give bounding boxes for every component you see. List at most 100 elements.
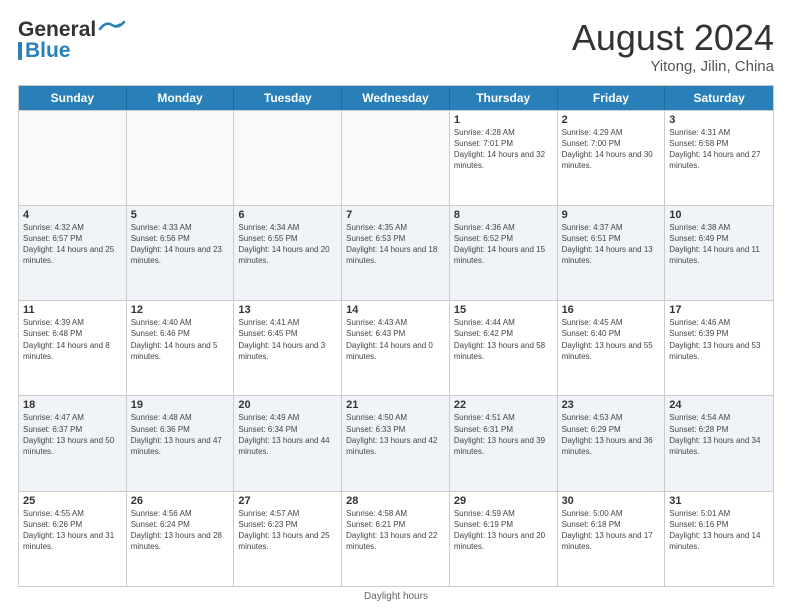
- location: Yitong, Jilin, China: [572, 58, 774, 75]
- logo-blue: Blue: [25, 39, 71, 63]
- day-info: Sunrise: 5:01 AM Sunset: 6:16 PM Dayligh…: [669, 508, 769, 553]
- cal-cell-2-3: 14Sunrise: 4:43 AM Sunset: 6:43 PM Dayli…: [342, 301, 450, 395]
- cal-row-3: 18Sunrise: 4:47 AM Sunset: 6:37 PM Dayli…: [19, 395, 773, 490]
- day-info: Sunrise: 4:43 AM Sunset: 6:43 PM Dayligh…: [346, 317, 445, 362]
- cal-cell-2-4: 15Sunrise: 4:44 AM Sunset: 6:42 PM Dayli…: [450, 301, 558, 395]
- day-number: 29: [454, 495, 553, 507]
- day-info: Sunrise: 4:34 AM Sunset: 6:55 PM Dayligh…: [238, 222, 337, 267]
- cal-cell-4-3: 28Sunrise: 4:58 AM Sunset: 6:21 PM Dayli…: [342, 492, 450, 586]
- cal-cell-0-2: [234, 111, 342, 205]
- cal-cell-3-6: 24Sunrise: 4:54 AM Sunset: 6:28 PM Dayli…: [665, 396, 773, 490]
- cal-cell-3-3: 21Sunrise: 4:50 AM Sunset: 6:33 PM Dayli…: [342, 396, 450, 490]
- cal-cell-0-5: 2Sunrise: 4:29 AM Sunset: 7:00 PM Daylig…: [558, 111, 666, 205]
- logo-bird-icon: [98, 19, 126, 37]
- day-info: Sunrise: 4:48 AM Sunset: 6:36 PM Dayligh…: [131, 412, 230, 457]
- day-info: Sunrise: 4:49 AM Sunset: 6:34 PM Dayligh…: [238, 412, 337, 457]
- day-number: 12: [131, 304, 230, 316]
- cal-cell-3-1: 19Sunrise: 4:48 AM Sunset: 6:36 PM Dayli…: [127, 396, 235, 490]
- day-info: Sunrise: 4:29 AM Sunset: 7:00 PM Dayligh…: [562, 127, 661, 172]
- day-number: 18: [23, 399, 122, 411]
- day-info: Sunrise: 4:38 AM Sunset: 6:49 PM Dayligh…: [669, 222, 769, 267]
- cal-cell-1-4: 8Sunrise: 4:36 AM Sunset: 6:52 PM Daylig…: [450, 206, 558, 300]
- cal-row-1: 4Sunrise: 4:32 AM Sunset: 6:57 PM Daylig…: [19, 205, 773, 300]
- cal-cell-1-2: 6Sunrise: 4:34 AM Sunset: 6:55 PM Daylig…: [234, 206, 342, 300]
- day-number: 14: [346, 304, 445, 316]
- cal-cell-1-5: 9Sunrise: 4:37 AM Sunset: 6:51 PM Daylig…: [558, 206, 666, 300]
- cal-row-0: 1Sunrise: 4:28 AM Sunset: 7:01 PM Daylig…: [19, 110, 773, 205]
- day-number: 15: [454, 304, 553, 316]
- cal-cell-2-1: 12Sunrise: 4:40 AM Sunset: 6:46 PM Dayli…: [127, 301, 235, 395]
- day-number: 11: [23, 304, 122, 316]
- cal-cell-0-3: [342, 111, 450, 205]
- day-number: 9: [562, 209, 661, 221]
- cal-header-saturday: Saturday: [665, 86, 773, 110]
- cal-cell-1-3: 7Sunrise: 4:35 AM Sunset: 6:53 PM Daylig…: [342, 206, 450, 300]
- day-number: 30: [562, 495, 661, 507]
- cal-cell-0-4: 1Sunrise: 4:28 AM Sunset: 7:01 PM Daylig…: [450, 111, 558, 205]
- cal-cell-4-6: 31Sunrise: 5:01 AM Sunset: 6:16 PM Dayli…: [665, 492, 773, 586]
- day-info: Sunrise: 4:55 AM Sunset: 6:26 PM Dayligh…: [23, 508, 122, 553]
- cal-cell-0-0: [19, 111, 127, 205]
- day-info: Sunrise: 4:54 AM Sunset: 6:28 PM Dayligh…: [669, 412, 769, 457]
- cal-header-friday: Friday: [558, 86, 666, 110]
- cal-cell-4-0: 25Sunrise: 4:55 AM Sunset: 6:26 PM Dayli…: [19, 492, 127, 586]
- day-number: 7: [346, 209, 445, 221]
- cal-header-sunday: Sunday: [19, 86, 127, 110]
- day-info: Sunrise: 4:36 AM Sunset: 6:52 PM Dayligh…: [454, 222, 553, 267]
- calendar: SundayMondayTuesdayWednesdayThursdayFrid…: [18, 85, 774, 587]
- cal-cell-0-1: [127, 111, 235, 205]
- day-number: 8: [454, 209, 553, 221]
- day-number: 31: [669, 495, 769, 507]
- cal-header-monday: Monday: [127, 86, 235, 110]
- day-info: Sunrise: 4:57 AM Sunset: 6:23 PM Dayligh…: [238, 508, 337, 553]
- day-info: Sunrise: 5:00 AM Sunset: 6:18 PM Dayligh…: [562, 508, 661, 553]
- day-number: 21: [346, 399, 445, 411]
- calendar-header: SundayMondayTuesdayWednesdayThursdayFrid…: [19, 86, 773, 110]
- cal-cell-2-2: 13Sunrise: 4:41 AM Sunset: 6:45 PM Dayli…: [234, 301, 342, 395]
- day-info: Sunrise: 4:28 AM Sunset: 7:01 PM Dayligh…: [454, 127, 553, 172]
- day-info: Sunrise: 4:46 AM Sunset: 6:39 PM Dayligh…: [669, 317, 769, 362]
- day-info: Sunrise: 4:45 AM Sunset: 6:40 PM Dayligh…: [562, 317, 661, 362]
- day-info: Sunrise: 4:32 AM Sunset: 6:57 PM Dayligh…: [23, 222, 122, 267]
- calendar-body: 1Sunrise: 4:28 AM Sunset: 7:01 PM Daylig…: [19, 110, 773, 586]
- day-info: Sunrise: 4:47 AM Sunset: 6:37 PM Dayligh…: [23, 412, 122, 457]
- cal-cell-4-4: 29Sunrise: 4:59 AM Sunset: 6:19 PM Dayli…: [450, 492, 558, 586]
- day-info: Sunrise: 4:53 AM Sunset: 6:29 PM Dayligh…: [562, 412, 661, 457]
- day-info: Sunrise: 4:56 AM Sunset: 6:24 PM Dayligh…: [131, 508, 230, 553]
- cal-cell-4-1: 26Sunrise: 4:56 AM Sunset: 6:24 PM Dayli…: [127, 492, 235, 586]
- day-number: 17: [669, 304, 769, 316]
- day-number: 20: [238, 399, 337, 411]
- cal-header-wednesday: Wednesday: [342, 86, 450, 110]
- day-number: 13: [238, 304, 337, 316]
- cal-cell-2-5: 16Sunrise: 4:45 AM Sunset: 6:40 PM Dayli…: [558, 301, 666, 395]
- cal-cell-1-0: 4Sunrise: 4:32 AM Sunset: 6:57 PM Daylig…: [19, 206, 127, 300]
- cal-cell-2-0: 11Sunrise: 4:39 AM Sunset: 6:48 PM Dayli…: [19, 301, 127, 395]
- day-number: 10: [669, 209, 769, 221]
- cal-header-thursday: Thursday: [450, 86, 558, 110]
- day-info: Sunrise: 4:44 AM Sunset: 6:42 PM Dayligh…: [454, 317, 553, 362]
- day-number: 3: [669, 114, 769, 126]
- header: General Blue August 2024 Yitong, Jilin, …: [18, 18, 774, 75]
- cal-row-4: 25Sunrise: 4:55 AM Sunset: 6:26 PM Dayli…: [19, 491, 773, 586]
- day-info: Sunrise: 4:58 AM Sunset: 6:21 PM Dayligh…: [346, 508, 445, 553]
- day-info: Sunrise: 4:37 AM Sunset: 6:51 PM Dayligh…: [562, 222, 661, 267]
- day-info: Sunrise: 4:50 AM Sunset: 6:33 PM Dayligh…: [346, 412, 445, 457]
- footer-note: Daylight hours: [18, 587, 774, 602]
- day-number: 16: [562, 304, 661, 316]
- day-info: Sunrise: 4:40 AM Sunset: 6:46 PM Dayligh…: [131, 317, 230, 362]
- day-number: 24: [669, 399, 769, 411]
- calendar-page: General Blue August 2024 Yitong, Jilin, …: [0, 0, 792, 612]
- daylight-label: Daylight hours: [364, 591, 428, 602]
- month-title: August 2024: [572, 18, 774, 58]
- logo: General Blue: [18, 18, 126, 63]
- day-number: 19: [131, 399, 230, 411]
- day-number: 26: [131, 495, 230, 507]
- cal-cell-4-2: 27Sunrise: 4:57 AM Sunset: 6:23 PM Dayli…: [234, 492, 342, 586]
- day-info: Sunrise: 4:51 AM Sunset: 6:31 PM Dayligh…: [454, 412, 553, 457]
- day-number: 1: [454, 114, 553, 126]
- cal-row-2: 11Sunrise: 4:39 AM Sunset: 6:48 PM Dayli…: [19, 300, 773, 395]
- cal-cell-3-0: 18Sunrise: 4:47 AM Sunset: 6:37 PM Dayli…: [19, 396, 127, 490]
- day-info: Sunrise: 4:39 AM Sunset: 6:48 PM Dayligh…: [23, 317, 122, 362]
- day-info: Sunrise: 4:31 AM Sunset: 6:58 PM Dayligh…: [669, 127, 769, 172]
- cal-cell-1-1: 5Sunrise: 4:33 AM Sunset: 6:56 PM Daylig…: [127, 206, 235, 300]
